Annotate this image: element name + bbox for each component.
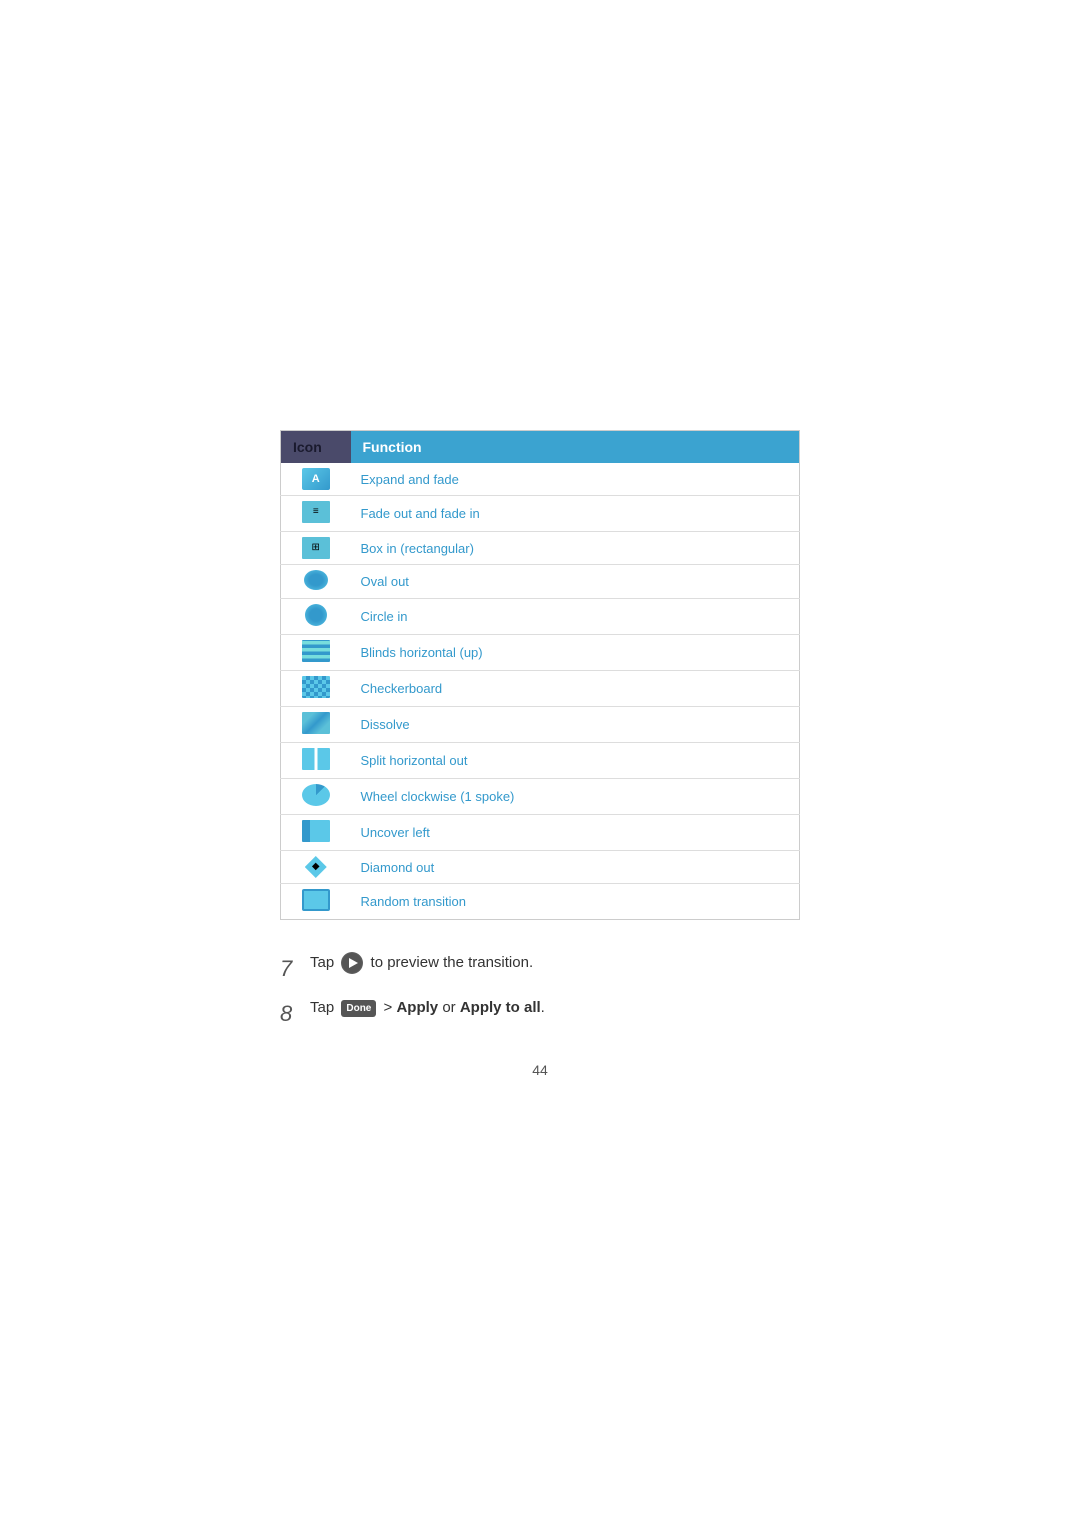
table-row: A Expand and fade [281, 463, 800, 496]
icon-box-in: ⊞ [302, 537, 330, 559]
table-row: ⊞ Box in (rectangular) [281, 532, 800, 565]
icon-fade-out-fade: ≡ [302, 501, 330, 523]
icon-checkerboard [302, 676, 330, 698]
icon-cell-random-transition [281, 884, 351, 920]
step-8-text: Tap Done > Apply or Apply to all. [310, 997, 545, 1020]
icon-cell-uncover-left [281, 815, 351, 851]
icon-oval-out [304, 570, 328, 590]
table-row: Split horizontal out [281, 743, 800, 779]
col-header-icon: Icon [281, 431, 351, 464]
function-cell-diamond-out: Diamond out [351, 851, 800, 884]
icon-blinds-horizontal [302, 640, 330, 662]
icon-cell-fade-out-fade: ≡ [281, 496, 351, 532]
function-cell-oval-out: Oval out [351, 565, 800, 599]
table-row: ◆ Diamond out [281, 851, 800, 884]
function-cell-dissolve: Dissolve [351, 707, 800, 743]
step-7: 7 Tap to preview the transition. [280, 952, 533, 985]
apply-all-label: Apply to all [460, 999, 541, 1016]
icon-expand-fade: A [302, 468, 330, 490]
page-number: 44 [280, 1062, 800, 1078]
table-row: ≡ Fade out and fade in [281, 496, 800, 532]
content-area: Icon Function A Expand and fade ≡ Fade out … [280, 430, 800, 1078]
function-cell-circle-in: Circle in [351, 599, 800, 635]
function-cell-random-transition: Random transition [351, 884, 800, 920]
function-cell-expand-fade: Expand and fade [351, 463, 800, 496]
icon-uncover-left [302, 820, 330, 842]
icon-cell-diamond-out: ◆ [281, 851, 351, 884]
icon-cell-wheel-clockwise [281, 779, 351, 815]
table-row: Oval out [281, 565, 800, 599]
function-cell-wheel-clockwise: Wheel clockwise (1 spoke) [351, 779, 800, 815]
function-cell-box-in: Box in (rectangular) [351, 532, 800, 565]
step-7-text: Tap to preview the transition. [310, 952, 533, 975]
table-row: Circle in [281, 599, 800, 635]
icon-split-horizontal [302, 748, 330, 770]
transition-table: Icon Function A Expand and fade ≡ Fade out … [280, 430, 800, 920]
table-row: Checkerboard [281, 671, 800, 707]
icon-cell-expand-fade: A [281, 463, 351, 496]
play-icon[interactable] [341, 952, 363, 974]
table-row: Wheel clockwise (1 spoke) [281, 779, 800, 815]
table-row: Dissolve [281, 707, 800, 743]
icon-cell-checkerboard [281, 671, 351, 707]
icon-cell-dissolve [281, 707, 351, 743]
function-cell-split-horizontal: Split horizontal out [351, 743, 800, 779]
done-badge[interactable]: Done [341, 1000, 376, 1017]
col-header-function: Function [351, 431, 800, 464]
icon-cell-split-horizontal [281, 743, 351, 779]
icon-random-transition [302, 889, 330, 911]
step-7-number: 7 [280, 952, 300, 985]
table-row: Blinds horizontal (up) [281, 635, 800, 671]
icon-diamond-out: ◆ [305, 856, 327, 878]
function-cell-uncover-left: Uncover left [351, 815, 800, 851]
function-cell-checkerboard: Checkerboard [351, 671, 800, 707]
step-8-number: 8 [280, 997, 300, 1030]
icon-dissolve [302, 712, 330, 734]
icon-cell-oval-out [281, 565, 351, 599]
icon-wheel-clockwise [302, 784, 330, 806]
apply-label: Apply [396, 999, 438, 1016]
table-row: Random transition [281, 884, 800, 920]
icon-cell-box-in: ⊞ [281, 532, 351, 565]
step-8: 8 Tap Done > Apply or Apply to all. [280, 997, 545, 1030]
function-cell-blinds-horizontal: Blinds horizontal (up) [351, 635, 800, 671]
table-row: Uncover left [281, 815, 800, 851]
page-container: Icon Function A Expand and fade ≡ Fade out … [0, 0, 1080, 1527]
icon-cell-circle-in [281, 599, 351, 635]
icon-cell-blinds-horizontal [281, 635, 351, 671]
icon-circle-in [305, 604, 327, 626]
function-cell-fade-out-fade: Fade out and fade in [351, 496, 800, 532]
